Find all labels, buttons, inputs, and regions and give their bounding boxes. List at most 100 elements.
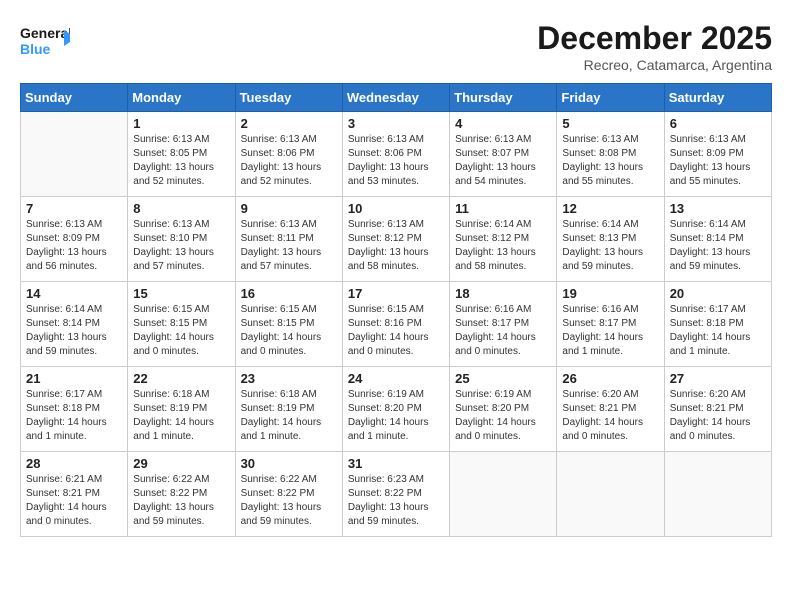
logo-icon: General Blue: [20, 20, 70, 60]
calendar-cell: 12Sunrise: 6:14 AM Sunset: 8:13 PM Dayli…: [557, 197, 664, 282]
day-info: Sunrise: 6:22 AM Sunset: 8:22 PM Dayligh…: [133, 473, 229, 529]
calendar-week-row: 7Sunrise: 6:13 AM Sunset: 8:09 PM Daylig…: [21, 197, 772, 282]
calendar-cell: [664, 452, 771, 537]
calendar-cell: 5 Sunrise: 6:13 AM Sunset: 8:08 PM Daylig…: [557, 112, 664, 197]
day-info: Sunrise: 6:13 AM Sunset: 8:10 PM Dayligh…: [133, 218, 229, 274]
day-number: 24: [348, 371, 444, 386]
day-info: Sunrise: 6:13 AM Sunset: 8:08 PM Dayligh…: [562, 133, 658, 189]
day-number: 5: [562, 116, 658, 131]
calendar-cell: 28Sunrise: 6:21 AM Sunset: 8:21 PM Dayli…: [21, 452, 128, 537]
day-info: Sunrise: 6:19 AM Sunset: 8:20 PM Dayligh…: [455, 388, 551, 444]
day-info: Sunrise: 6:13 AM Sunset: 8:06 PM Dayligh…: [241, 133, 337, 189]
day-number: 20: [670, 286, 766, 301]
calendar-cell: 27 Sunrise: 6:20 AM Sunset: 8:21 PM Dayli…: [664, 367, 771, 452]
calendar-day-header: Thursday: [450, 84, 557, 112]
calendar-cell: 14 Sunrise: 6:14 AM Sunset: 8:14 PM Dayli…: [21, 282, 128, 367]
calendar-cell: 2 Sunrise: 6:13 AM Sunset: 8:06 PM Daylig…: [235, 112, 342, 197]
day-number: 6: [670, 116, 766, 131]
calendar-day-header: Monday: [128, 84, 235, 112]
calendar-day-header: Saturday: [664, 84, 771, 112]
calendar-cell: 4 Sunrise: 6:13 AM Sunset: 8:07 PM Daylig…: [450, 112, 557, 197]
day-info: Sunrise: 6:20 AM Sunset: 8:21 PM Dayligh…: [562, 388, 658, 444]
calendar-cell: 30Sunrise: 6:22 AM Sunset: 8:22 PM Dayli…: [235, 452, 342, 537]
day-info: Sunrise: 6:15 AM Sunset: 8:15 PM Dayligh…: [241, 303, 337, 359]
day-info: Sunrise: 6:13 AM Sunset: 8:11 PM Dayligh…: [241, 218, 337, 274]
calendar-cell: 9 Sunrise: 6:13 AM Sunset: 8:11 PM Daylig…: [235, 197, 342, 282]
calendar-header-row: SundayMondayTuesdayWednesdayThursdayFrid…: [21, 84, 772, 112]
calendar-cell: 20 Sunrise: 6:17 AM Sunset: 8:18 PM Dayli…: [664, 282, 771, 367]
day-info: Sunrise: 6:13 AM Sunset: 8:09 PM Dayligh…: [26, 218, 122, 274]
calendar-week-row: 21Sunrise: 6:17 AM Sunset: 8:18 PM Dayli…: [21, 367, 772, 452]
day-number: 27: [670, 371, 766, 386]
day-info: Sunrise: 6:15 AM Sunset: 8:15 PM Dayligh…: [133, 303, 229, 359]
day-info: Sunrise: 6:14 AM Sunset: 8:13 PM Dayligh…: [562, 218, 658, 274]
calendar-cell: 7Sunrise: 6:13 AM Sunset: 8:09 PM Daylig…: [21, 197, 128, 282]
day-info: Sunrise: 6:14 AM Sunset: 8:14 PM Dayligh…: [670, 218, 766, 274]
calendar-day-header: Sunday: [21, 84, 128, 112]
calendar-cell: [557, 452, 664, 537]
day-number: 17: [348, 286, 444, 301]
day-number: 15: [133, 286, 229, 301]
day-info: Sunrise: 6:13 AM Sunset: 8:09 PM Dayligh…: [670, 133, 766, 189]
calendar-day-header: Wednesday: [342, 84, 449, 112]
day-number: 31: [348, 456, 444, 471]
day-info: Sunrise: 6:19 AM Sunset: 8:20 PM Dayligh…: [348, 388, 444, 444]
day-info: Sunrise: 6:15 AM Sunset: 8:16 PM Dayligh…: [348, 303, 444, 359]
calendar-week-row: 28Sunrise: 6:21 AM Sunset: 8:21 PM Dayli…: [21, 452, 772, 537]
calendar-cell: 17 Sunrise: 6:15 AM Sunset: 8:16 PM Dayli…: [342, 282, 449, 367]
calendar-day-header: Friday: [557, 84, 664, 112]
day-info: Sunrise: 6:18 AM Sunset: 8:19 PM Dayligh…: [241, 388, 337, 444]
day-number: 26: [562, 371, 658, 386]
calendar-cell: 15 Sunrise: 6:15 AM Sunset: 8:15 PM Dayli…: [128, 282, 235, 367]
calendar-cell: 11Sunrise: 6:14 AM Sunset: 8:12 PM Dayli…: [450, 197, 557, 282]
day-number: 14: [26, 286, 122, 301]
day-info: Sunrise: 6:13 AM Sunset: 8:06 PM Dayligh…: [348, 133, 444, 189]
day-info: Sunrise: 6:18 AM Sunset: 8:19 PM Dayligh…: [133, 388, 229, 444]
day-number: 2: [241, 116, 337, 131]
calendar-cell: 1 Sunrise: 6:13 AM Sunset: 8:05 PM Daylig…: [128, 112, 235, 197]
day-number: 18: [455, 286, 551, 301]
svg-text:Blue: Blue: [20, 41, 51, 57]
day-info: Sunrise: 6:20 AM Sunset: 8:21 PM Dayligh…: [670, 388, 766, 444]
logo: General Blue: [20, 20, 70, 60]
calendar-cell: 19 Sunrise: 6:16 AM Sunset: 8:17 PM Dayli…: [557, 282, 664, 367]
day-number: 10: [348, 201, 444, 216]
day-number: 8: [133, 201, 229, 216]
day-info: Sunrise: 6:16 AM Sunset: 8:17 PM Dayligh…: [455, 303, 551, 359]
svg-text:General: General: [20, 25, 70, 41]
calendar-cell: 22Sunrise: 6:18 AM Sunset: 8:19 PM Dayli…: [128, 367, 235, 452]
day-number: 16: [241, 286, 337, 301]
location: Recreo, Catamarca, Argentina: [537, 57, 772, 73]
day-number: 23: [241, 371, 337, 386]
calendar-day-header: Tuesday: [235, 84, 342, 112]
day-number: 21: [26, 371, 122, 386]
calendar-week-row: 1 Sunrise: 6:13 AM Sunset: 8:05 PM Daylig…: [21, 112, 772, 197]
day-number: 4: [455, 116, 551, 131]
month-title: December 2025: [537, 20, 772, 57]
day-info: Sunrise: 6:17 AM Sunset: 8:18 PM Dayligh…: [670, 303, 766, 359]
calendar-cell: 21Sunrise: 6:17 AM Sunset: 8:18 PM Dayli…: [21, 367, 128, 452]
calendar-cell: 18 Sunrise: 6:16 AM Sunset: 8:17 PM Dayli…: [450, 282, 557, 367]
calendar-cell: 3Sunrise: 6:13 AM Sunset: 8:06 PM Daylig…: [342, 112, 449, 197]
day-number: 29: [133, 456, 229, 471]
day-number: 1: [133, 116, 229, 131]
calendar-cell: 29 Sunrise: 6:22 AM Sunset: 8:22 PM Dayli…: [128, 452, 235, 537]
calendar-cell: 16 Sunrise: 6:15 AM Sunset: 8:15 PM Dayli…: [235, 282, 342, 367]
day-info: Sunrise: 6:14 AM Sunset: 8:14 PM Dayligh…: [26, 303, 122, 359]
calendar-cell: [450, 452, 557, 537]
day-info: Sunrise: 6:14 AM Sunset: 8:12 PM Dayligh…: [455, 218, 551, 274]
day-number: 19: [562, 286, 658, 301]
page-header: General Blue December 2025 Recreo, Catam…: [20, 20, 772, 73]
calendar-cell: 6 Sunrise: 6:13 AM Sunset: 8:09 PM Daylig…: [664, 112, 771, 197]
day-info: Sunrise: 6:23 AM Sunset: 8:22 PM Dayligh…: [348, 473, 444, 529]
day-info: Sunrise: 6:16 AM Sunset: 8:17 PM Dayligh…: [562, 303, 658, 359]
calendar-week-row: 14 Sunrise: 6:14 AM Sunset: 8:14 PM Dayli…: [21, 282, 772, 367]
day-info: Sunrise: 6:13 AM Sunset: 8:07 PM Dayligh…: [455, 133, 551, 189]
day-info: Sunrise: 6:13 AM Sunset: 8:05 PM Dayligh…: [133, 133, 229, 189]
day-number: 28: [26, 456, 122, 471]
day-number: 30: [241, 456, 337, 471]
day-info: Sunrise: 6:13 AM Sunset: 8:12 PM Dayligh…: [348, 218, 444, 274]
calendar-cell: 8 Sunrise: 6:13 AM Sunset: 8:10 PM Daylig…: [128, 197, 235, 282]
day-number: 9: [241, 201, 337, 216]
calendar-cell: 25Sunrise: 6:19 AM Sunset: 8:20 PM Dayli…: [450, 367, 557, 452]
